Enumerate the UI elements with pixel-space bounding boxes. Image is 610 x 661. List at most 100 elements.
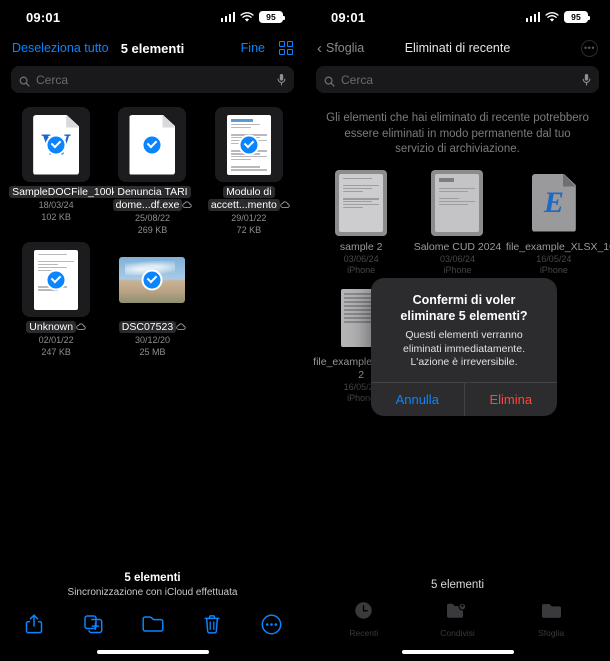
microphone-icon[interactable] (277, 73, 286, 86)
bottom-bar: 5 elementi Sincronizzazione con iCloud e… (0, 572, 305, 661)
search-input[interactable]: Cerca (316, 66, 599, 93)
status-indicators: 95 (525, 11, 590, 23)
file-thumbnail[interactable] (335, 169, 388, 236)
battery-level: 95 (571, 12, 581, 22)
file-name: Salome CUD 2024 (413, 240, 502, 253)
status-indicators: 95 (220, 11, 285, 23)
file-size: 25 MB (139, 347, 166, 357)
status-bar: 09:01 95 (0, 0, 305, 34)
navigation-bar: Deseleziona tutto 5 elementi Fine (0, 34, 305, 62)
cloud-download-icon (176, 322, 186, 330)
wifi-icon (240, 11, 254, 23)
deselect-all-button[interactable]: Deseleziona tutto (12, 41, 109, 55)
selection-check-icon (238, 134, 260, 155)
home-indicator (96, 650, 209, 654)
navigation-bar: ‹ Sfoglia Eliminati di recente ••• (305, 34, 610, 62)
selection-check-icon (45, 134, 67, 155)
file-name: Unknown (26, 321, 86, 334)
tab-recenti[interactable]: Recenti (329, 601, 399, 638)
share-icon[interactable] (22, 612, 46, 636)
right-screen-recently-deleted: 09:01 95 ‹ Sfoglia Eliminati di recente … (305, 0, 610, 661)
file-size: 269 KB (137, 225, 168, 235)
file-item[interactable]: E file_example_XLSX_100 16/05/24 iPhone (505, 170, 610, 277)
search-container: Cerca (305, 62, 610, 101)
file-size: 247 KB (41, 347, 71, 357)
tab-condivisi[interactable]: Condivisi (422, 601, 492, 638)
search-container: Cerca (0, 62, 305, 101)
nav-right-group: Fine (241, 41, 293, 55)
duplicate-icon[interactable] (81, 612, 105, 636)
file-source: iPhone (443, 265, 472, 275)
search-icon (324, 74, 335, 87)
file-item[interactable]: Unknown 02/01/22 247 KB (8, 242, 104, 358)
file-thumbnail[interactable] (22, 242, 91, 317)
file-thumbnail[interactable]: E (528, 170, 580, 236)
more-circle-icon[interactable]: ••• (581, 39, 598, 57)
file-item[interactable]: Denuncia TARI dome...df.exe 25/08/22 269… (104, 107, 200, 236)
tab-label: Recenti (349, 628, 379, 638)
bottom-bar: 5 elementi Recenti Condivisi Sfoglia (305, 579, 610, 661)
file-name: sample 2 (339, 240, 383, 253)
search-icon (19, 74, 30, 87)
file-thumbnail[interactable] (431, 169, 484, 236)
page-fold (562, 173, 576, 187)
tab-label: Sfoglia (538, 628, 565, 638)
trash-icon[interactable] (200, 612, 224, 636)
cellular-bars-icon (220, 12, 235, 22)
battery-icon: 95 (564, 11, 590, 23)
file-date: 25/08/22 (134, 213, 171, 223)
wifi-icon (545, 11, 559, 23)
document-preview-icon (339, 173, 384, 232)
delete-button[interactable]: Elimina (463, 382, 558, 416)
selection-check-icon (141, 269, 163, 290)
file-item[interactable]: Modulo di accett...mento 29/01/22 72 KB (201, 107, 297, 236)
battery-icon: 95 (259, 11, 285, 23)
tab-label: Condivisi (440, 628, 475, 638)
status-time: 09:01 (26, 9, 61, 25)
file-item[interactable]: Salome CUD 2024 03/06/24 iPhone (409, 169, 505, 277)
search-placeholder: Cerca (36, 72, 69, 87)
file-thumbnail[interactable] (214, 107, 283, 182)
cancel-button[interactable]: Annulla (371, 383, 464, 416)
action-toolbar (0, 598, 305, 642)
excel-document-icon: E (531, 173, 576, 232)
dialog-body: Confermi di voler eliminare 5 elementi? … (371, 278, 557, 382)
file-name: file_example_XLSX_100 (505, 240, 610, 253)
folder-icon[interactable] (141, 612, 165, 636)
document-preview-icon (435, 173, 480, 232)
item-count: 5 elementi (430, 579, 485, 591)
recently-deleted-notice: Gli elementi che hai eliminato di recent… (326, 112, 589, 155)
file-name: Denuncia TARI dome...df.exe (105, 186, 199, 212)
search-input[interactable]: Cerca (11, 66, 294, 93)
dialog-title: Confermi di voler eliminare 5 elementi? (400, 293, 528, 323)
more-icon[interactable] (259, 612, 283, 636)
file-name: SampleDOCFile_100kb (9, 186, 126, 199)
nav-left-group: Deseleziona tutto (12, 41, 109, 55)
clock-icon (354, 601, 373, 625)
selection-check-icon (45, 269, 67, 290)
file-item[interactable]: sample 2 03/06/24 iPhone (313, 169, 409, 277)
dual-screenshot: 09:01 95 Deseleziona tutto 5 elementi Fi… (0, 0, 610, 661)
file-item[interactable]: DSC07523 30/12/20 25 MB (104, 242, 200, 358)
file-item[interactable]: W SampleDOCFile_100kb 18/03/24 102 KB (8, 107, 126, 236)
done-button[interactable]: Fine (241, 41, 265, 55)
file-grid: W SampleDOCFile_100kb 18/03/24 102 KB De… (0, 101, 305, 358)
back-button[interactable]: ‹ Sfoglia (317, 41, 364, 56)
file-date: 03/06/24 (439, 253, 476, 264)
file-date: 30/12/20 (134, 335, 171, 345)
selection-check-icon (141, 134, 163, 155)
back-label: Sfoglia (326, 41, 365, 55)
microphone-icon[interactable] (582, 73, 591, 86)
tab-bar: Recenti Condivisi Sfoglia (305, 591, 610, 642)
page-fold (66, 114, 80, 128)
file-thumbnail[interactable]: W (22, 107, 91, 182)
file-name: Modulo di accett...mento (202, 186, 296, 212)
file-thumbnail[interactable] (118, 242, 186, 317)
sync-status: Sincronizzazione con iCloud effettuata (67, 587, 238, 598)
dialog-message: Questi elementi verranno eliminati immed… (403, 329, 525, 368)
grid-view-icon[interactable] (279, 41, 293, 55)
tab-sfoglia[interactable]: Sfoglia (516, 602, 586, 638)
file-date: 03/06/24 (343, 253, 379, 264)
file-thumbnail[interactable] (118, 107, 187, 182)
chevron-left-icon: ‹ (317, 39, 322, 57)
